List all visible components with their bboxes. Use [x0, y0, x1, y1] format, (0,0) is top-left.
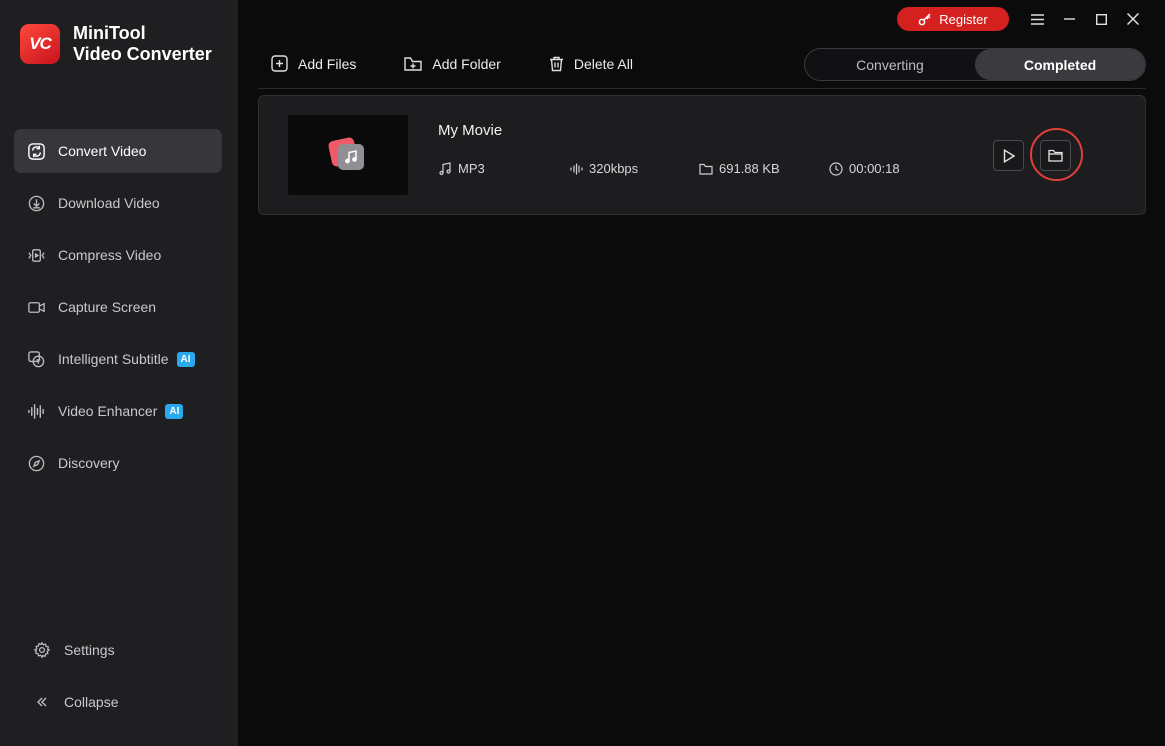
- maximize-icon: [1095, 13, 1107, 25]
- sidebar-item-label: Video Enhancer: [58, 403, 158, 419]
- camera-icon: [26, 297, 46, 317]
- bitrate-value: 320kbps: [589, 161, 639, 176]
- download-icon: [26, 193, 46, 213]
- ai-badge: AI: [176, 351, 195, 367]
- brand-name-line2: Video Converter: [73, 44, 212, 64]
- toolbar: Add Files Add Folder Delete All: [271, 55, 681, 72]
- file-duration: 00:00:18: [829, 161, 900, 176]
- delete-all-label: Delete All: [573, 55, 633, 72]
- clock-icon: [829, 161, 843, 176]
- sidebar-item-label: Intelligent Subtitle: [58, 351, 169, 367]
- sidebar-item-label: Compress Video: [58, 247, 162, 263]
- audio-bitrate-icon: [570, 162, 583, 175]
- sidebar-item-capture-screen[interactable]: Capture Screen: [14, 285, 222, 329]
- settings-label: Settings: [64, 642, 115, 658]
- sidebar-item-discovery[interactable]: Discovery: [14, 441, 222, 485]
- sidebar-bottom: Settings Collapse: [20, 630, 220, 722]
- folder-open-icon: [1048, 149, 1063, 162]
- close-icon: [1127, 13, 1139, 25]
- add-files-button[interactable]: Add Files: [271, 55, 356, 72]
- collapse-label: Collapse: [64, 694, 119, 710]
- tab-completed[interactable]: Completed: [975, 49, 1145, 80]
- sidebar: VC MiniTool Video Converter Convert Vide…: [0, 0, 238, 746]
- file-format: MP3: [438, 161, 485, 176]
- add-files-label: Add Files: [298, 55, 357, 72]
- double-chevron-left-icon: [32, 692, 52, 712]
- sidebar-item-convert-video[interactable]: Convert Video: [14, 129, 222, 173]
- add-folder-button[interactable]: Add Folder: [404, 55, 501, 72]
- file-thumbnail: [288, 115, 408, 195]
- gear-icon: [32, 640, 52, 660]
- sidebar-item-label: Download Video: [58, 195, 160, 211]
- main-panel: Register Add Files Add Folder Delete All…: [238, 0, 1165, 746]
- music-note-icon: [439, 161, 451, 175]
- brand-name-line1: MiniTool: [73, 23, 146, 43]
- brand: VC MiniTool Video Converter: [20, 23, 212, 65]
- sidebar-item-label: Capture Screen: [58, 299, 157, 315]
- hamburger-icon: [1030, 13, 1044, 25]
- key-icon: [918, 13, 931, 26]
- sidebar-item-label: Convert Video: [58, 143, 147, 159]
- sidebar-item-label: Discovery: [58, 455, 120, 471]
- trash-icon: [549, 56, 563, 71]
- music-file-icon: [327, 136, 366, 171]
- minimize-icon: [1063, 18, 1075, 20]
- ai-badge: AI: [165, 403, 184, 419]
- collapse-button[interactable]: Collapse: [20, 682, 220, 722]
- compass-icon: [26, 453, 46, 473]
- duration-value: 00:00:18: [849, 161, 900, 176]
- size-value: 691.88 KB: [719, 161, 780, 176]
- add-folder-icon: [404, 56, 423, 71]
- tab-converting[interactable]: Converting: [805, 49, 975, 80]
- toolbar-divider: [258, 88, 1146, 89]
- sidebar-item-download-video[interactable]: Download Video: [14, 181, 222, 225]
- sidebar-nav: Convert Video Download Video Compress Vi…: [14, 129, 222, 493]
- conversion-tabs: Converting Completed: [804, 48, 1146, 81]
- waveform-icon: [26, 401, 46, 421]
- sidebar-item-video-enhancer[interactable]: Video Enhancer AI: [14, 389, 222, 433]
- file-bitrate: 320kbps: [570, 161, 638, 176]
- app-logo: VC: [20, 24, 60, 64]
- subtitle-icon: [26, 349, 46, 369]
- file-list-item[interactable]: My Movie MP3 320kbps 691.88 KB 00:00:18: [258, 95, 1146, 215]
- play-button[interactable]: [993, 140, 1024, 171]
- minimize-button[interactable]: [1053, 7, 1085, 31]
- play-icon: [1003, 148, 1015, 163]
- add-file-icon: [271, 55, 288, 72]
- menu-button[interactable]: [1021, 7, 1053, 31]
- file-name: My Movie: [438, 122, 503, 139]
- titlebar-controls: Register: [897, 7, 1149, 31]
- open-folder-button[interactable]: [1040, 140, 1071, 171]
- close-button[interactable]: [1117, 7, 1149, 31]
- maximize-button[interactable]: [1085, 7, 1117, 31]
- delete-all-button[interactable]: Delete All: [549, 56, 633, 72]
- add-folder-label: Add Folder: [432, 55, 501, 72]
- register-label: Register: [939, 11, 988, 27]
- folder-icon: [699, 163, 713, 175]
- format-value: MP3: [458, 161, 485, 176]
- app-window: VC MiniTool Video Converter Convert Vide…: [0, 0, 1165, 746]
- sidebar-item-compress-video[interactable]: Compress Video: [14, 233, 222, 277]
- compress-icon: [26, 245, 46, 265]
- settings-button[interactable]: Settings: [20, 630, 220, 670]
- sidebar-item-intelligent-subtitle[interactable]: Intelligent Subtitle AI: [14, 337, 222, 381]
- file-size: 691.88 KB: [699, 161, 780, 176]
- register-button[interactable]: Register: [897, 7, 1009, 31]
- convert-icon: [26, 141, 46, 161]
